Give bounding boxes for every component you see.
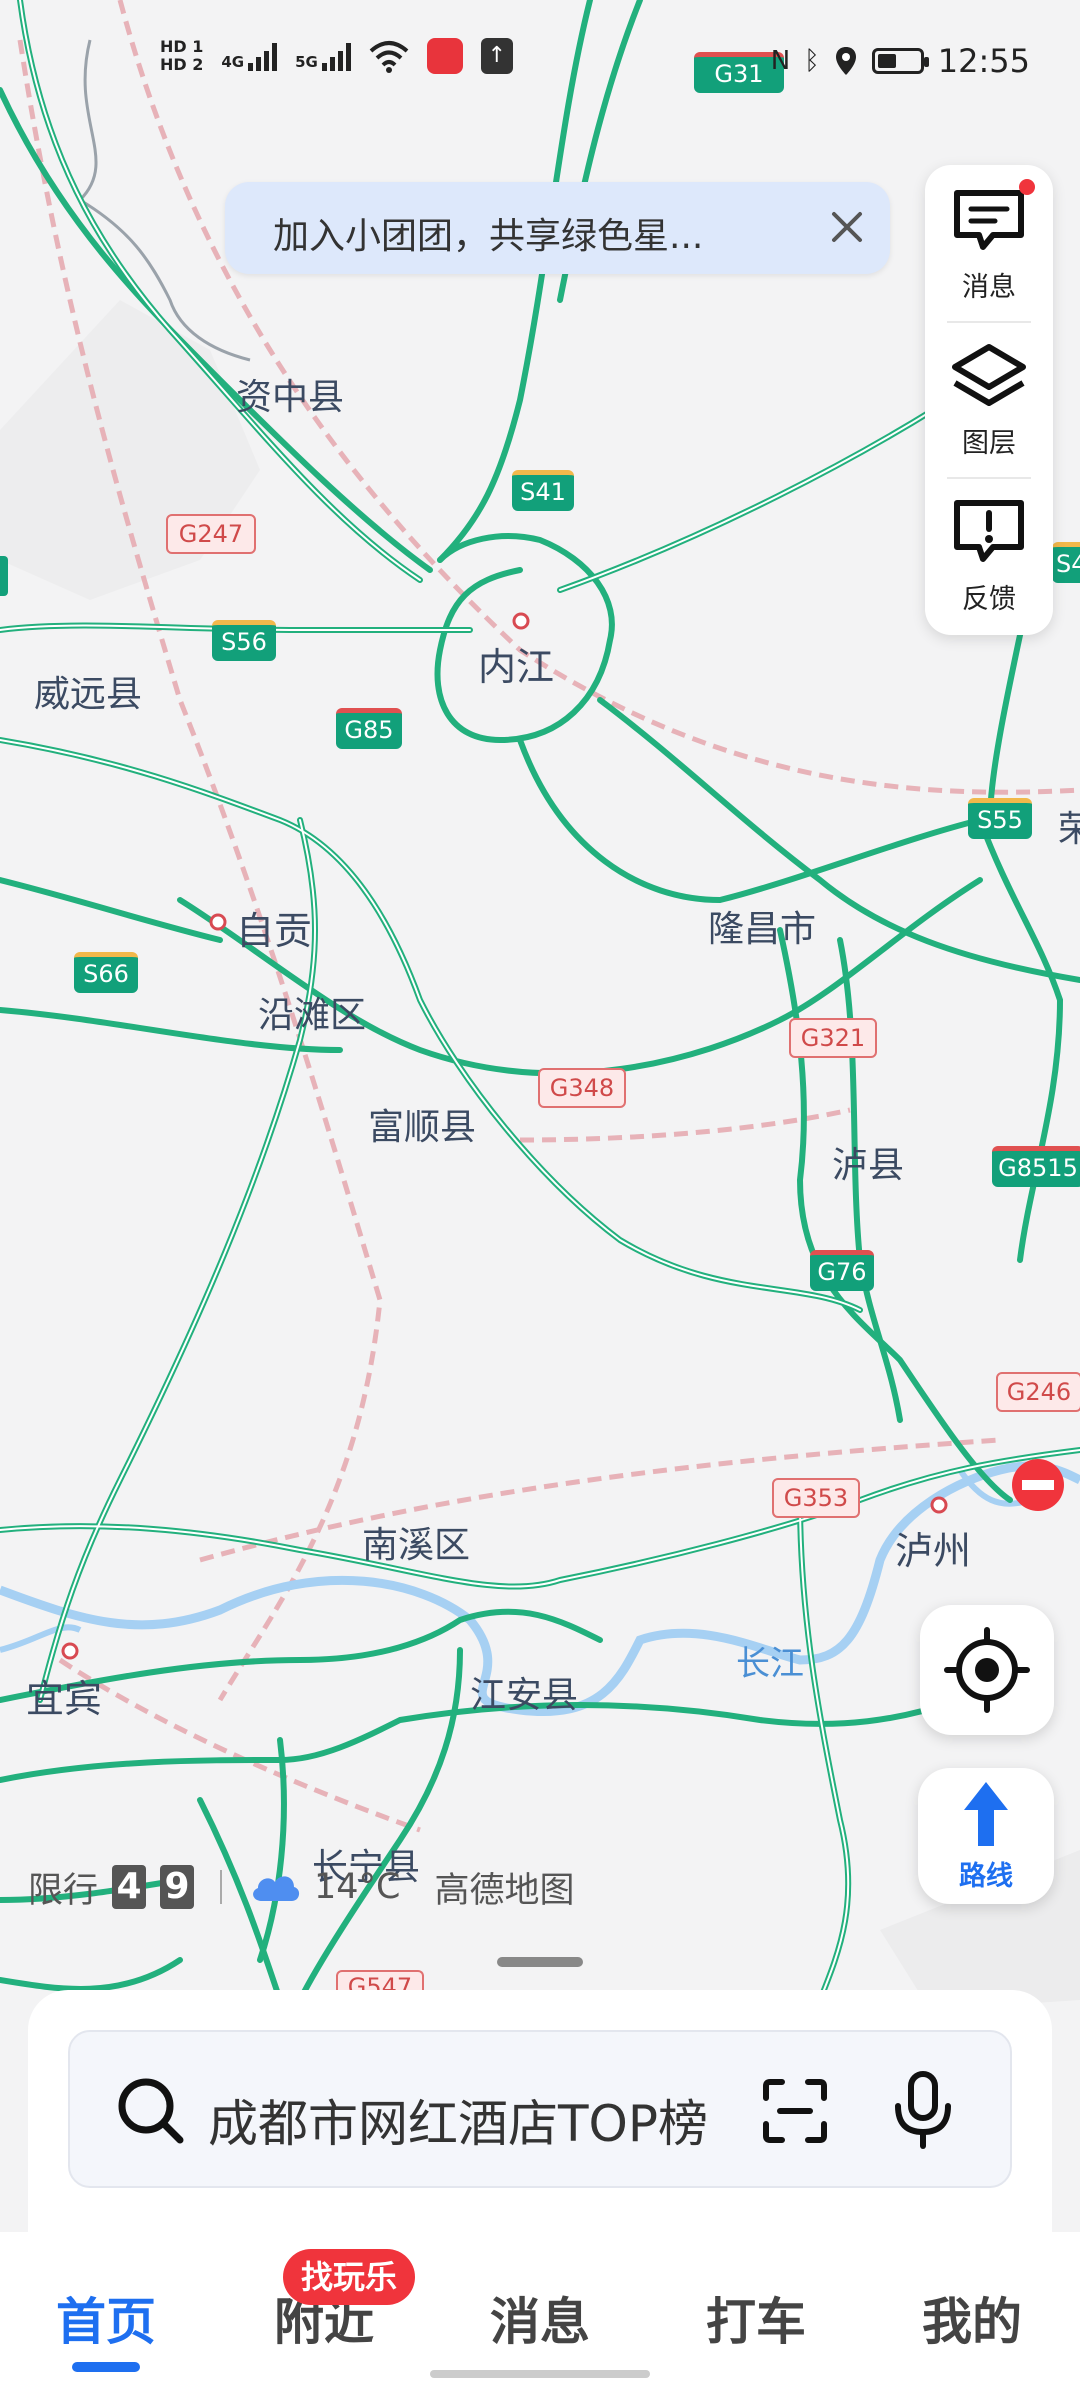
restriction-digit-2: 9 [160, 1865, 195, 1909]
hd-indicator: HD 1 HD 2 [160, 38, 203, 74]
layer-label: 图层 [962, 428, 1016, 459]
hd1-label: HD 1 [160, 37, 204, 56]
locate-icon [944, 1627, 1030, 1713]
city-label-weiyuan[interactable]: 威远县 [34, 665, 142, 717]
search-input[interactable]: 成都市网红酒店TOP榜 [208, 2084, 708, 2156]
road-shield-g353: G353 [772, 1478, 860, 1518]
route-label: 路线 [959, 1861, 1013, 1892]
city-label-jiangan[interactable]: 江安县 [470, 1666, 578, 1718]
cloud-icon [253, 1876, 300, 1901]
message-button[interactable]: 消息 [925, 165, 1053, 320]
map-info-line: 限行 49 14°C 高德地图 [28, 1862, 575, 1912]
city-label-luzhou[interactable]: 泸州 [895, 1520, 971, 1575]
road-shield-g246: G246 [996, 1372, 1080, 1412]
route-arrow-icon [964, 1782, 1008, 1846]
locate-button[interactable] [920, 1605, 1054, 1735]
road-shield-s55: S55 [968, 798, 1032, 839]
road-shield-s56: S56 [212, 620, 276, 661]
sheet-drag-handle[interactable] [497, 1957, 583, 1967]
city-label-neijiang[interactable]: 内江 [478, 636, 554, 691]
app-notification-icon [426, 38, 463, 74]
road-shield-g348: G348 [538, 1068, 626, 1108]
tab-messages[interactable]: 消息 [465, 2282, 615, 2354]
search-bar[interactable]: 成都市网红酒店TOP榜 [68, 2030, 1012, 2188]
city-label-yibin[interactable]: 宜宾 [26, 1668, 102, 1723]
road-shield-g76: G76 [810, 1250, 874, 1291]
tab-taxi[interactable]: 打车 [681, 2282, 831, 2354]
close-icon[interactable] [816, 196, 878, 258]
battery-icon [871, 48, 929, 74]
road-shield-edge-left [0, 556, 8, 596]
restriction-digit-1: 4 [112, 1865, 147, 1909]
message-icon [954, 190, 1024, 250]
scan-icon[interactable] [760, 2076, 830, 2146]
gesture-bar [430, 2370, 650, 2378]
road-shield-s66: S66 [74, 952, 138, 993]
city-label-zizhong[interactable]: 资中县 [236, 368, 344, 420]
road-shield-s41: S41 [512, 470, 574, 511]
net1-label: 4G [221, 53, 245, 71]
city-label-zigong[interactable]: 自贡 [236, 900, 312, 955]
route-button[interactable]: 路线 [918, 1768, 1054, 1904]
map-tools-panel: 消息 图层 反馈 [925, 165, 1053, 635]
unread-dot [1019, 179, 1035, 195]
search-icon [118, 2078, 184, 2144]
message-label: 消息 [962, 272, 1016, 303]
status-bar: HD 1 HD 2 4G 5G ↑ N ᛒ 12:55 [0, 0, 1080, 130]
city-label-edge-rong: 荣 [1058, 809, 1080, 850]
city-label-longchang[interactable]: 隆昌市 [708, 900, 816, 952]
clock: 12:55 [937, 42, 1030, 80]
hd2-label: HD 2 [160, 55, 204, 74]
upload-icon: ↑ [480, 38, 513, 74]
road-shield-g247: G247 [166, 514, 256, 554]
banner-text: 加入小团团，共享绿色星... [273, 216, 704, 257]
road-shield-s4: S4 [1052, 542, 1080, 583]
city-label-yantan[interactable]: 沿滩区 [258, 986, 366, 1038]
microphone-icon[interactable] [888, 2070, 958, 2150]
layers-icon [952, 344, 1026, 406]
signal-4g-icon: 4G [221, 41, 278, 71]
location-icon [835, 47, 856, 75]
wifi-icon [369, 41, 409, 73]
divider [220, 1870, 223, 1904]
temperature: 14°C [314, 1867, 401, 1907]
road-shield-g8515: G8515 [992, 1146, 1080, 1187]
city-label-fushun[interactable]: 富顺县 [368, 1098, 476, 1150]
river-label-yangtze: 长江 [736, 1644, 804, 1684]
nearby-badge: 找玩乐 [283, 2249, 416, 2305]
tab-home[interactable]: 首页 [31, 2282, 181, 2354]
restriction-label[interactable]: 限行 [28, 1862, 98, 1913]
city-label-nanxi[interactable]: 南溪区 [362, 1516, 470, 1568]
road-shield-g85: G85 [336, 708, 402, 749]
signal-5g-icon: 5G [295, 41, 351, 71]
city-label-luxian[interactable]: 泸县 [832, 1136, 904, 1188]
bluetooth-icon: ᛒ [804, 46, 820, 76]
road-shield-g321: G321 [789, 1018, 877, 1058]
group-invite-banner[interactable]: 加入小团团，共享绿色星... [225, 182, 890, 274]
feedback-label: 反馈 [962, 584, 1016, 615]
tab-active-indicator [72, 2362, 140, 2372]
feedback-button[interactable]: 反馈 [925, 477, 1053, 632]
brand-label: 高德地图 [434, 1870, 575, 1911]
nfc-icon: N [770, 46, 791, 76]
layer-button[interactable]: 图层 [925, 321, 1053, 476]
feedback-icon [954, 500, 1024, 562]
net2-label: 5G [295, 53, 318, 71]
tab-mine[interactable]: 我的 [897, 2282, 1047, 2354]
